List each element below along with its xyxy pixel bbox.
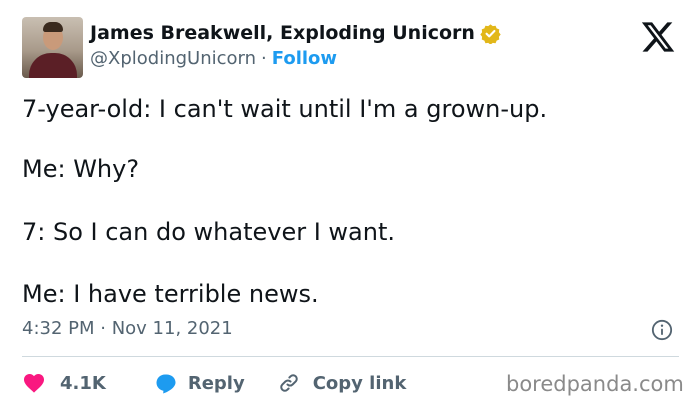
avatar[interactable] [22, 17, 83, 78]
verified-badge-icon [480, 23, 501, 44]
copy-link-label: Copy link [312, 372, 407, 394]
info-icon[interactable] [651, 319, 673, 341]
tweet-line-1: 7-year-old: I can't wait until I'm a gro… [22, 95, 548, 123]
heart-icon [24, 374, 44, 393]
author-handle[interactable]: @XplodingUnicorn [90, 48, 256, 69]
reply-label: Reply [187, 372, 245, 394]
follow-button[interactable]: Follow [272, 48, 337, 69]
action-bar: 4.1K Reply Copy link [22, 368, 406, 398]
divider [22, 356, 679, 357]
link-icon [279, 374, 298, 392]
like-button[interactable]: 4.1K [22, 371, 106, 395]
like-count: 4.1K [60, 372, 106, 394]
tweet-timestamp[interactable]: 4:32 PM · Nov 11, 2021 [22, 318, 233, 339]
author-name[interactable]: James Breakwell, Exploding Unicorn [90, 22, 475, 44]
tweet-line-4: Me: I have terrible news. [22, 280, 319, 308]
separator-dot: · [261, 48, 267, 69]
reply-button[interactable]: Reply [154, 371, 245, 395]
tweet-line-2: Me: Why? [22, 155, 140, 183]
copy-link-button[interactable]: Copy link [277, 371, 407, 395]
x-logo-icon[interactable] [639, 19, 677, 55]
avatar-body-shape [29, 53, 77, 78]
reply-bubble-icon [156, 374, 176, 394]
author-name-row: James Breakwell, Exploding Unicorn [90, 22, 501, 44]
boredpanda-watermark: boredpanda.com [506, 372, 684, 396]
avatar-hair-shape [43, 22, 63, 32]
tweet-line-3: 7: So I can do whatever I want. [22, 218, 396, 246]
author-handle-row: @XplodingUnicorn · Follow [90, 48, 337, 69]
